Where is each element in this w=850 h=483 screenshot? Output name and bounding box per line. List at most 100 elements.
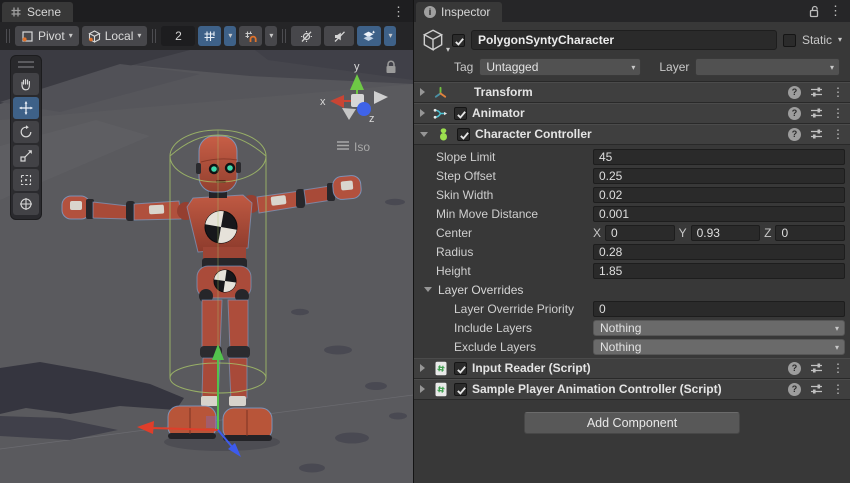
grid-visibility-button[interactable] (198, 26, 221, 46)
effects-options-dropdown[interactable]: ▾ (384, 26, 396, 46)
scene-effects-toggle[interactable] (357, 26, 381, 46)
tag-dropdown[interactable]: Untagged ▾ (479, 58, 641, 76)
component-enabled-checkbox[interactable] (454, 362, 467, 375)
scene-audio-toggle[interactable] (324, 26, 354, 46)
tool-move[interactable] (13, 97, 39, 119)
component-header-input-reader[interactable]: Input Reader (Script) ? ⋮ (414, 358, 850, 379)
presets-icon[interactable] (810, 383, 823, 395)
include-layers-dropdown[interactable]: Nothing ▾ (593, 320, 845, 336)
snap-options-dropdown[interactable]: ▾ (265, 26, 277, 46)
property-value-field[interactable]: 0.001 (593, 206, 845, 222)
grid-size-field[interactable]: 2 (161, 26, 195, 46)
foldout-expanded-icon[interactable] (420, 132, 428, 137)
tool-rect[interactable] (13, 169, 39, 191)
center-z-field[interactable]: 0 (775, 225, 845, 241)
layer-overrides-foldout[interactable]: Layer Overrides (414, 280, 850, 299)
component-title: Transform (474, 85, 533, 99)
snap-increment-button[interactable] (239, 26, 262, 46)
static-dropdown-caret-icon[interactable]: ▾ (838, 36, 842, 44)
kebab-menu-icon[interactable]: ⋮ (832, 107, 844, 119)
property-value-field[interactable]: 45 (593, 149, 845, 165)
tab-inspector[interactable]: i Inspector (416, 2, 502, 22)
gameobject-icon[interactable]: ▾ (420, 27, 446, 53)
property-row-radius: Radius 0.28 (414, 242, 850, 261)
foldout-collapsed-icon[interactable] (420, 109, 425, 117)
caret-icon: ▾ (446, 46, 450, 54)
lock-icon[interactable] (808, 5, 820, 18)
component-header-transform[interactable]: Transform ? ⋮ (414, 82, 850, 103)
property-value-field[interactable]: 1.85 (593, 263, 845, 279)
component-enabled-checkbox[interactable] (457, 128, 470, 141)
component-enabled-checkbox[interactable] (454, 107, 467, 120)
scene-tabbar: Scene ⋮ (0, 0, 413, 22)
center-x-field[interactable]: 0 (605, 225, 675, 241)
presets-icon[interactable] (810, 128, 823, 140)
help-icon[interactable]: ? (788, 128, 801, 141)
gameobject-name-field[interactable]: PolygonSyntyCharacter (471, 30, 777, 50)
presets-icon[interactable] (810, 362, 823, 374)
tools-overlay (10, 55, 42, 220)
move-icon (19, 101, 33, 115)
toolbar-separator (282, 29, 286, 43)
kebab-menu-icon[interactable]: ⋮ (832, 128, 844, 140)
scene-viewport[interactable]: y x z Iso (0, 50, 413, 483)
center-y-field[interactable]: 0.93 (691, 225, 761, 241)
handle-label: Local (105, 29, 134, 43)
transform-tool-icon (19, 197, 33, 211)
help-icon[interactable]: ? (788, 362, 801, 375)
property-row-layer-override-priority: Layer Override Priority 0 (414, 299, 850, 318)
tool-transform[interactable] (13, 193, 39, 215)
foldout-collapsed-icon[interactable] (420, 385, 425, 393)
scene-kebab-menu-icon[interactable]: ⋮ (384, 2, 413, 22)
static-checkbox[interactable] (783, 34, 796, 47)
include-layers-value: Nothing (600, 321, 641, 335)
property-row-step-offset: Step Offset 0.25 (414, 166, 850, 185)
tool-hand[interactable] (13, 73, 39, 95)
overlay-drag-handle-icon[interactable] (18, 61, 34, 68)
property-value-field[interactable]: 0.28 (593, 244, 845, 260)
grid-options-dropdown[interactable]: ▾ (224, 26, 236, 46)
kebab-menu-icon[interactable]: ⋮ (832, 383, 844, 395)
tool-rotate[interactable] (13, 121, 39, 143)
layer-overrides-title: Layer Overrides (438, 283, 523, 297)
layer-label: Layer (659, 60, 689, 74)
handle-rotation-dropdown[interactable]: Local ▾ (82, 26, 148, 46)
caret-icon: ▾ (830, 64, 834, 72)
property-row-include-layers: Include Layers Nothing ▾ (414, 318, 850, 337)
exclude-layers-dropdown[interactable]: Nothing ▾ (593, 339, 845, 355)
scene-lighting-toggle[interactable] (291, 26, 321, 46)
lighting-off-icon (300, 30, 313, 43)
pivot-dropdown[interactable]: Pivot ▾ (15, 26, 79, 46)
help-icon[interactable]: ? (788, 86, 801, 99)
kebab-menu-icon[interactable]: ⋮ (832, 362, 844, 374)
eye (211, 166, 217, 172)
property-value-field[interactable]: 0.25 (593, 168, 845, 184)
tab-scene[interactable]: Scene (2, 2, 73, 22)
info-icon: i (424, 6, 436, 18)
kebab-menu-icon[interactable]: ⋮ (832, 86, 844, 98)
component-header-character-controller[interactable]: Character Controller ? ⋮ (414, 124, 850, 145)
scene-render[interactable]: y x z Iso (0, 50, 413, 483)
property-value-field[interactable]: 0.02 (593, 187, 845, 203)
help-icon[interactable]: ? (788, 107, 801, 120)
component-title: Character Controller (475, 127, 592, 141)
tool-scale[interactable] (13, 145, 39, 167)
foldout-collapsed-icon[interactable] (420, 364, 425, 372)
inspector-kebab-menu-icon[interactable]: ⋮ (829, 1, 842, 21)
layer-dropdown[interactable]: ▾ (695, 58, 840, 76)
add-component-button[interactable]: Add Component (524, 412, 740, 434)
foldout-collapsed-icon[interactable] (420, 88, 425, 96)
property-value-field[interactable]: 0 (593, 301, 845, 317)
component-header-animator[interactable]: Animator ? ⋮ (414, 103, 850, 124)
presets-icon[interactable] (810, 86, 823, 98)
caret-icon: ▾ (835, 344, 839, 352)
property-row-min-move-distance: Min Move Distance 0.001 (414, 204, 850, 223)
component-enabled-checkbox[interactable] (454, 383, 467, 396)
help-icon[interactable]: ? (788, 383, 801, 396)
caret-icon: ▾ (137, 32, 141, 40)
presets-icon[interactable] (810, 107, 823, 119)
scene-toolbar: Pivot ▾ Local ▾ 2 ▾ ▾ (0, 22, 413, 50)
component-header-sample-player-animation-controller[interactable]: Sample Player Animation Controller (Scri… (414, 379, 850, 400)
effects-layers-icon (362, 30, 376, 43)
active-checkbox[interactable] (452, 34, 465, 47)
